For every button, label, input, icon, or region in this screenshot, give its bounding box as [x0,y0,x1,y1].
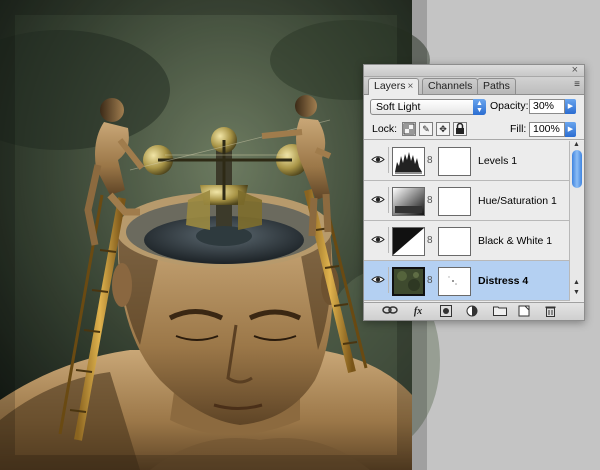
layer-row-black-white[interactable]: 8 Black & White 1 [364,221,569,261]
scroll-up-icon[interactable]: ▲ [573,141,580,148]
adjustment-layer-icon[interactable] [462,305,482,319]
mask-link-icon[interactable]: 8 [427,155,433,166]
texture-thumbnail [392,267,425,296]
opacity-label: Opacity: [490,100,529,112]
panel-close-button[interactable]: × [572,64,578,76]
tab-paths[interactable]: Paths [477,78,516,94]
new-layer-icon[interactable] [514,305,534,319]
visibility-eye-icon[interactable] [367,187,389,213]
select-arrows-icon: ▲ ▼ [473,99,486,115]
layer-row-levels[interactable]: 8 Levels 1 [364,141,569,181]
layer-name: Black & White 1 [478,235,553,247]
visibility-eye-icon[interactable] [367,267,389,293]
link-layers-icon[interactable] [380,305,400,319]
layer-name: Hue/Saturation 1 [478,195,557,207]
opacity-input[interactable]: 30% [529,99,565,114]
layers-list: 8 Levels 1 8 Hue/Saturation 1 8 Black & … [364,141,569,301]
visibility-eye-icon[interactable] [367,147,389,173]
blend-mode-value: Soft Light [376,101,421,113]
blend-mode-select[interactable]: Soft Light ▲ ▼ [370,99,486,115]
fill-label: Fill: [510,123,527,135]
lock-position-icon[interactable]: ✥ [436,122,450,136]
tab-paths-label: Paths [483,80,510,92]
panel-titlebar[interactable]: × [364,64,584,77]
layer-mask-thumbnail[interactable] [438,267,471,296]
mask-link-icon[interactable]: 8 [427,235,433,246]
diagonal-bw-icon [392,227,425,256]
lock-all-icon[interactable] [453,122,467,136]
tab-channels[interactable]: Channels [422,78,479,94]
tab-layers[interactable]: Layers × [368,78,420,95]
tab-layers-label: Layers [374,80,406,92]
tab-close-icon[interactable]: × [408,81,414,92]
layer-row-distress[interactable]: 8 Distress 4 [364,261,569,301]
lock-label: Lock: [372,123,398,135]
panel-menu-icon[interactable]: ≡ [574,79,580,91]
fx-icon[interactable]: fx [408,305,428,319]
layer-mask-thumbnail[interactable] [438,147,471,176]
opacity-slider-arrow-icon[interactable]: ▶ [565,99,576,114]
panel-tabs: Layers × Channels Paths ≡ [364,77,584,95]
visibility-eye-icon[interactable] [367,227,389,253]
gradient-icon [392,187,425,216]
layers-panel: × Layers × Channels Paths ≡ Soft Light ▲ ▼… [363,64,585,321]
trash-icon[interactable] [540,305,560,319]
layer-name: Levels 1 [478,155,518,167]
fill-slider-arrow-icon[interactable]: ▶ [565,122,576,137]
add-mask-icon[interactable] [436,305,456,319]
layer-row-hue-saturation[interactable]: 8 Hue/Saturation 1 [364,181,569,221]
fill-input[interactable]: 100% [529,122,565,137]
layers-scrollbar[interactable]: ▲ ▲ ▼ [569,141,584,301]
panel-bottom-bar: fx [364,302,584,320]
new-group-icon[interactable] [490,305,510,319]
layer-mask-thumbnail[interactable] [438,187,471,216]
scroll-down-icon[interactable]: ▼ [573,289,580,296]
lock-transparent-icon[interactable] [402,122,416,136]
histogram-icon [392,147,425,176]
mask-link-icon[interactable]: 8 [427,195,433,206]
lock-pixels-icon[interactable]: ✎ [419,122,433,136]
blend-row: Soft Light ▲ ▼ Opacity: 30% ▶ [364,96,584,118]
scrollbar-thumb[interactable] [572,150,582,188]
mask-link-icon[interactable]: 8 [427,275,433,286]
tab-channels-label: Channels [428,80,473,92]
layer-mask-thumbnail[interactable] [438,227,471,256]
layer-name: Distress 4 [478,275,529,287]
lock-row: Lock: ✎ ✥ Fill: 100% ▶ [364,118,584,140]
scroll-up-icon[interactable]: ▲ [573,279,580,286]
